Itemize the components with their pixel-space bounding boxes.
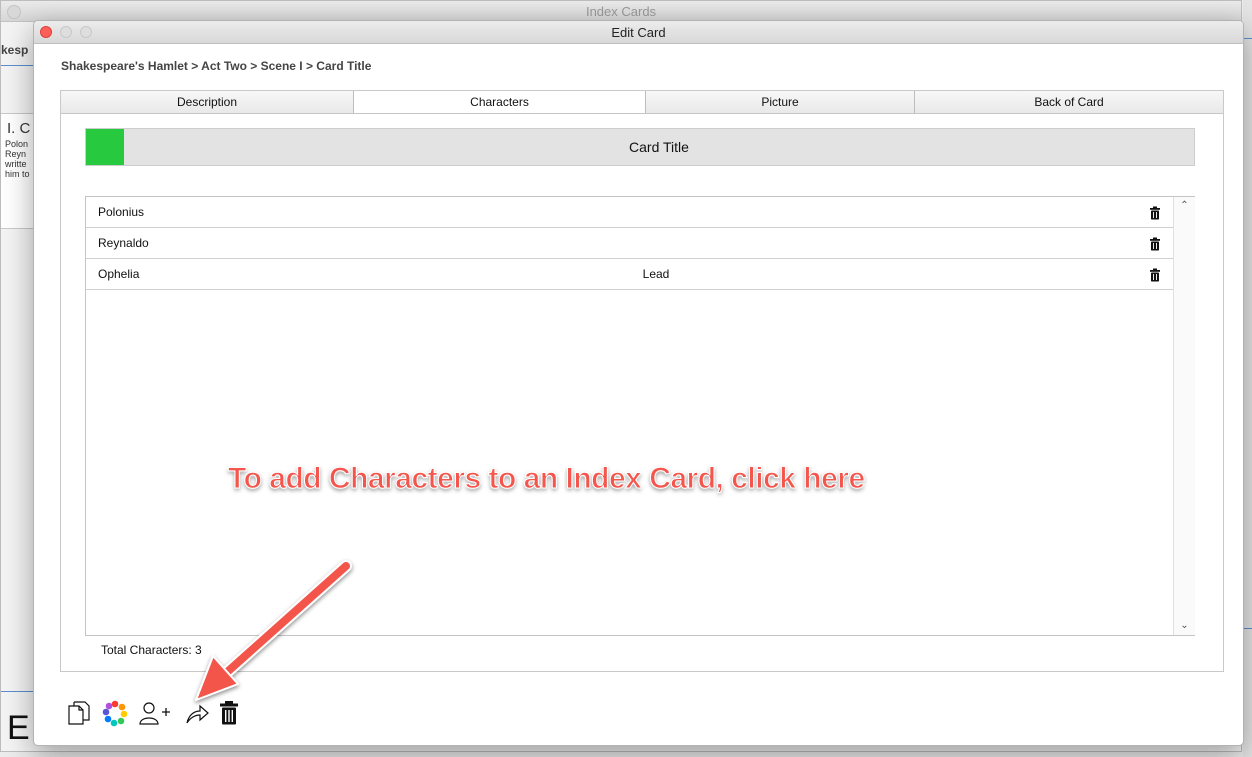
character-name: Ophelia (98, 267, 140, 281)
tab-bar: Description Characters Picture Back of C… (61, 91, 1223, 114)
background-index-card[interactable]: I. C Polon Reyn writte him to (1, 113, 35, 229)
character-name: Reynaldo (98, 236, 149, 250)
background-card-line: Polon (5, 139, 29, 149)
list-scrollbar[interactable]: ⌃ ⌄ (1173, 197, 1195, 635)
background-divider (1243, 628, 1252, 629)
close-button[interactable] (40, 26, 52, 38)
share-icon[interactable] (184, 699, 210, 727)
background-tab-label[interactable]: kesp (1, 39, 35, 66)
trash-icon[interactable] (1148, 268, 1162, 282)
color-wheel-icon[interactable] (102, 699, 128, 727)
tab-characters[interactable]: Characters (354, 91, 646, 113)
breadcrumb: Shakespeare's Hamlet > Act Two > Scene I… (61, 59, 372, 73)
card-title-bar: Card Title (85, 128, 1195, 166)
background-window-title: Index Cards (585, 4, 657, 19)
trash-icon[interactable] (1148, 237, 1162, 251)
tab-back-of-card[interactable]: Back of Card (915, 91, 1223, 113)
scroll-down-icon[interactable]: ⌄ (1174, 617, 1195, 635)
tab-description[interactable]: Description (61, 91, 354, 113)
background-card-heading: I. C (7, 120, 31, 137)
minimize-button[interactable] (60, 26, 72, 38)
tab-picture[interactable]: Picture (646, 91, 915, 113)
list-item[interactable]: Ophelia Lead (86, 259, 1173, 290)
character-name: Polonius (98, 205, 145, 219)
card-title: Card Title (629, 139, 689, 155)
background-card-line: Reyn (5, 149, 27, 159)
list-item[interactable]: Polonius (86, 197, 1173, 228)
background-divider (1, 691, 37, 692)
background-card-line: him to (5, 169, 30, 179)
trash-icon[interactable] (1148, 206, 1162, 220)
scroll-up-icon[interactable]: ⌃ (1174, 197, 1195, 215)
background-window-edge (1243, 0, 1252, 757)
window-title: Edit Card (611, 25, 666, 40)
character-role: Lead (642, 267, 670, 281)
card-color-swatch[interactable] (86, 129, 124, 165)
edit-card-window: Edit Card Shakespeare's Hamlet > Act Two… (33, 20, 1244, 746)
add-character-icon[interactable] (138, 699, 172, 727)
background-letter: E (7, 709, 30, 747)
character-list: Polonius Reynaldo Ophelia Lead ⌃ ⌄ (85, 196, 1195, 636)
background-divider (1243, 38, 1252, 39)
list-item[interactable]: Reynaldo (86, 228, 1173, 259)
zoom-button[interactable] (80, 26, 92, 38)
annotation-callout: To add Characters to an Index Card, clic… (228, 462, 866, 496)
trash-icon[interactable] (216, 699, 242, 727)
card-toolbar (66, 699, 286, 729)
window-titlebar[interactable]: Edit Card (34, 21, 1243, 44)
total-characters-label: Total Characters: 3 (101, 643, 202, 657)
copy-card-icon[interactable] (66, 699, 92, 727)
background-window-titlebar: Index Cards (1, 1, 1241, 22)
background-close-button[interactable] (7, 5, 21, 19)
tab-panel: Description Characters Picture Back of C… (60, 90, 1224, 672)
background-card-line: writte (5, 159, 27, 169)
